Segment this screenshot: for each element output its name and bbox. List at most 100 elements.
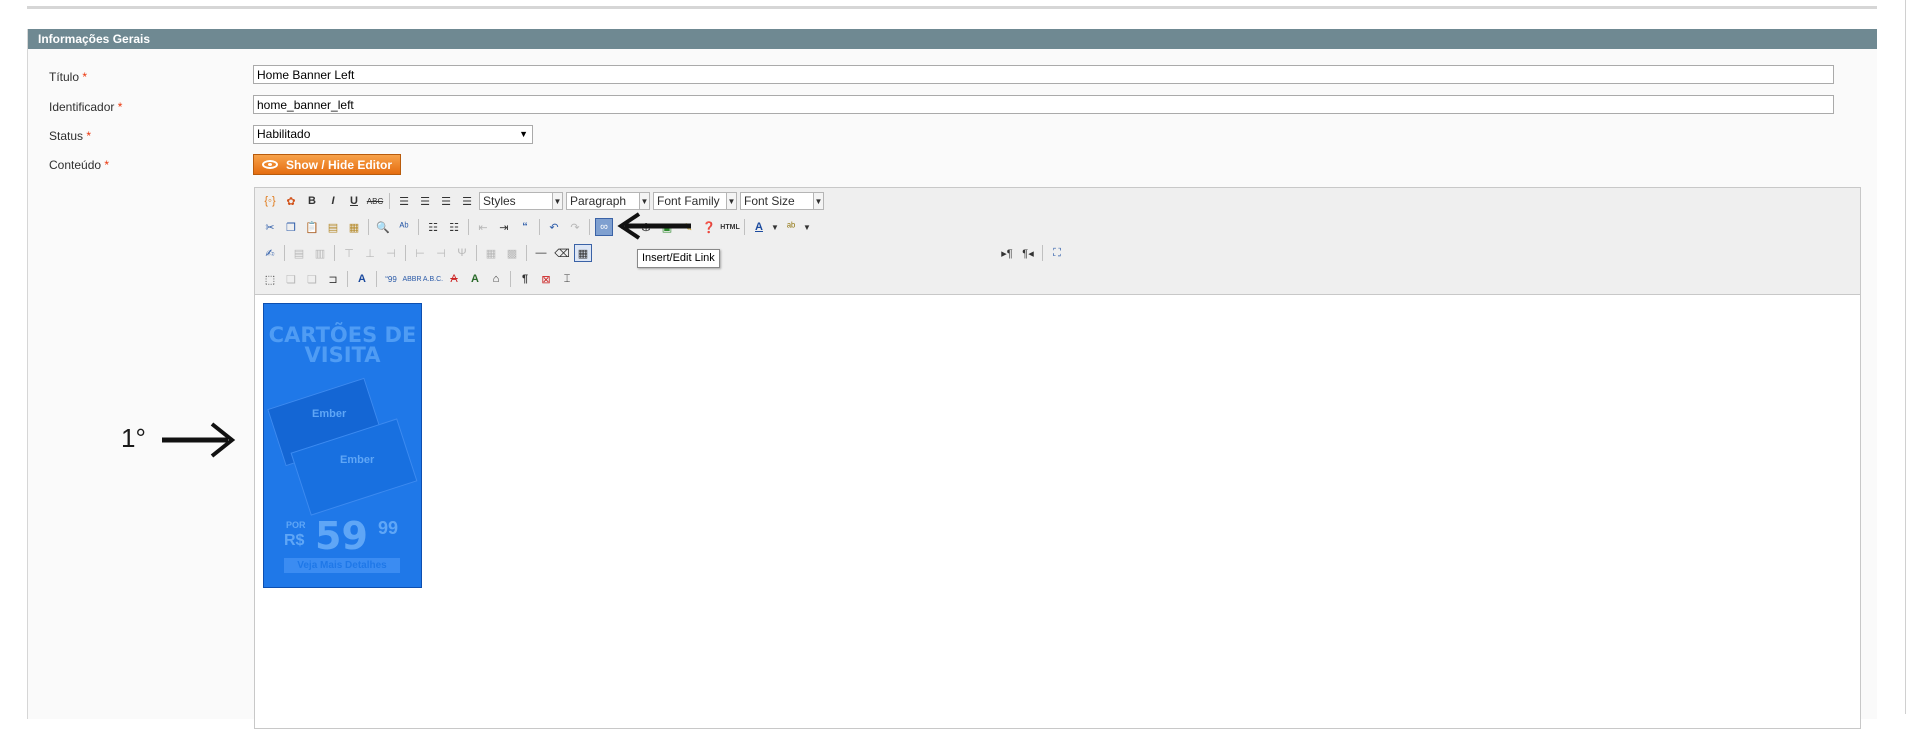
outdent-icon[interactable]: ⇤	[474, 218, 492, 236]
undo-icon[interactable]: ↶	[545, 218, 563, 236]
insert-text-icon[interactable]: A	[466, 270, 484, 288]
chevron-down-icon: ▼	[552, 193, 562, 209]
horizontal-rule-icon[interactable]: —	[532, 244, 550, 262]
absolute-position-icon[interactable]: ⊐	[324, 270, 342, 288]
copy-icon[interactable]: ❐	[282, 218, 300, 236]
delete-text-icon[interactable]: A	[445, 270, 463, 288]
delete-col-icon[interactable]: Ψ	[453, 244, 471, 262]
banner-price: 59	[315, 514, 368, 558]
styles-select-text: Styles	[483, 194, 516, 208]
align-left-icon[interactable]: ☰	[395, 192, 413, 210]
banner-image[interactable]: CARTÕES DE VISITA Ember Ember POR R$ 59 …	[263, 303, 422, 588]
cite-icon[interactable]: “99	[382, 270, 400, 288]
layer-insert-icon[interactable]: ❏	[282, 270, 300, 288]
styleprops-icon[interactable]: A	[353, 270, 371, 288]
replace-icon[interactable]: ᴬᵇ	[395, 218, 413, 236]
fullscreen-icon[interactable]: ⛶	[1048, 244, 1066, 262]
toolbar-separator	[468, 219, 469, 235]
titulo-label-text: Título	[49, 70, 80, 84]
pagebreak-icon[interactable]: ⌶	[558, 270, 576, 288]
find-icon[interactable]: 🔍	[374, 218, 392, 236]
row-props-icon[interactable]: ▤	[290, 244, 308, 262]
align-justify-icon[interactable]: ☰	[458, 192, 476, 210]
align-center-icon[interactable]: ☰	[416, 192, 434, 210]
ltr-icon[interactable]: ▸¶	[998, 244, 1016, 262]
banner-title-line-2: VISITA	[304, 343, 381, 367]
identificador-input[interactable]	[253, 95, 1834, 114]
text-color-icon[interactable]: A	[750, 218, 768, 236]
paste-word-icon[interactable]: ▦	[345, 218, 363, 236]
blockquote-icon[interactable]: “	[516, 218, 534, 236]
cut-icon[interactable]: ✂	[261, 218, 279, 236]
bold-icon[interactable]: B	[303, 192, 321, 210]
insert-row-after-icon[interactable]: ⊥	[361, 244, 379, 262]
banner-currency: R$	[284, 532, 305, 549]
toolbar-separator	[1042, 245, 1043, 261]
indent-icon[interactable]: ⇥	[495, 218, 513, 236]
help-icon[interactable]: ❓	[700, 218, 718, 236]
edit-icon[interactable]: ✍	[261, 244, 279, 262]
nonbreaking-icon[interactable]: ⊠	[537, 270, 555, 288]
insert-col-before-icon[interactable]: ⊢	[411, 244, 429, 262]
html-source-icon[interactable]: HTML	[720, 218, 739, 236]
paragraph-select[interactable]: Paragraph ▼	[566, 192, 650, 210]
styles-select[interactable]: Styles ▼	[479, 192, 563, 210]
underline-icon[interactable]: U	[345, 192, 363, 210]
merge-cells-icon[interactable]: ▩	[503, 244, 521, 262]
banner-cents: 99	[378, 518, 399, 538]
strikethrough-icon[interactable]: ABC	[366, 192, 384, 210]
abbr-icon[interactable]: ABBR	[402, 270, 421, 288]
paste-text-icon[interactable]: ▤	[324, 218, 342, 236]
font-size-select[interactable]: Font Size ▼	[740, 192, 824, 210]
banner-details-button: Veja Mais Detalhes	[284, 558, 400, 573]
italic-icon[interactable]: I	[324, 192, 342, 210]
toolbar-separator	[284, 245, 285, 261]
insert-link-tooltip: Insert/Edit Link	[637, 249, 720, 268]
insert-col-after-icon[interactable]: ⊣	[432, 244, 450, 262]
chevron-down-icon[interactable]: ▼	[803, 218, 811, 236]
cell-props-icon[interactable]: ▥	[311, 244, 329, 262]
paragraph-select-text: Paragraph	[570, 194, 627, 208]
toolbar-separator	[405, 245, 406, 261]
acronym-icon[interactable]: A.B.C.	[423, 270, 443, 288]
conteudo-label: Conteúdo *	[49, 158, 109, 172]
insert-row-before-icon[interactable]: ⊤	[340, 244, 358, 262]
toolbar-separator	[347, 271, 348, 287]
banner-title-line-1: CARTÕES DE	[268, 323, 417, 347]
toolbar-separator	[744, 219, 745, 235]
conteudo-label-text: Conteúdo	[49, 158, 102, 172]
paste-icon[interactable]: 📋	[303, 218, 321, 236]
align-right-icon[interactable]: ☰	[437, 192, 455, 210]
toolbar-separator	[589, 219, 590, 235]
font-family-select[interactable]: Font Family ▼	[653, 192, 737, 210]
chevron-down-icon[interactable]: ▼	[771, 218, 779, 236]
status-label: Status *	[49, 129, 91, 143]
show-hide-editor-button[interactable]: Show / Hide Editor	[253, 154, 401, 175]
banner-logo: Ember	[340, 454, 375, 466]
select-arrow-icon: ▼	[519, 129, 528, 139]
required-mark: *	[82, 70, 88, 84]
annotation-arrow-icon	[162, 422, 236, 458]
numbered-list-icon[interactable]: ☷	[445, 218, 463, 236]
background-color-icon[interactable]: ᵃᵇ	[782, 218, 800, 236]
toolbar-separator	[510, 271, 511, 287]
layer-move-icon[interactable]: ❏	[303, 270, 321, 288]
show-hide-editor-label: Show / Hide Editor	[286, 157, 393, 172]
remove-format-icon[interactable]: ⌫	[553, 244, 571, 262]
wysiwyg-editor: {◦} ✿ B I U ABC ☰ ☰ ☰ ☰ Styles ▼ Paragrap…	[254, 187, 1861, 729]
variable-icon[interactable]: ✿	[282, 192, 300, 210]
rtl-icon[interactable]: ¶◂	[1019, 244, 1037, 262]
widget-icon[interactable]: {◦}	[261, 192, 279, 210]
status-select-value: Habilitado	[257, 127, 311, 141]
pilcrow-icon[interactable]: ¶	[516, 270, 534, 288]
top-divider	[27, 6, 1877, 9]
redo-icon[interactable]: ↷	[566, 218, 584, 236]
delete-row-icon[interactable]: ⊣	[382, 244, 400, 262]
table-icon[interactable]: ▦	[574, 244, 592, 262]
status-select[interactable]: Habilitado ▼	[253, 125, 533, 144]
visual-aid-icon[interactable]: ⬚	[261, 270, 279, 288]
attributes-icon[interactable]: ⌂	[487, 270, 505, 288]
split-cells-icon[interactable]: ▦	[482, 244, 500, 262]
titulo-input[interactable]	[253, 65, 1834, 84]
bullet-list-icon[interactable]: ☷	[424, 218, 442, 236]
